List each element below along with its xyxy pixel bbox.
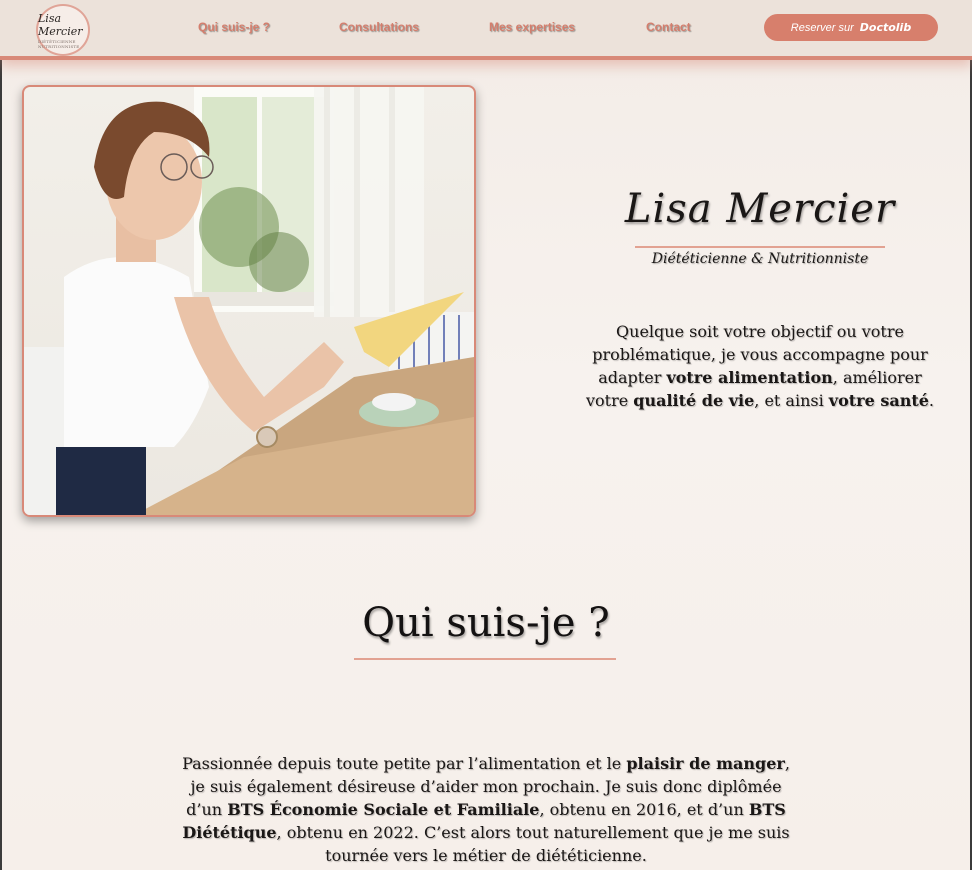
hero-intro: Quelque soit votre objectif ou votre pro… [580,320,940,412]
logo-subtitle: DIÉTÉTICIENNE NUTRITIONNISTE [38,38,80,49]
reserve-doctolib-button[interactable]: Reserver sur Doctolib [764,14,938,41]
site-header: Lisa Mercier DIÉTÉTICIENNE NUTRITIONNIST… [0,0,972,60]
logo-script: Lisa Mercier [38,11,83,38]
about-text-1: Passionnée depuis toute petite par l’ali… [182,754,627,773]
about-text-4: , obtenu en 2022. C’est alors tout natur… [276,823,790,865]
nav-item-consultations[interactable]: Consultations [339,20,419,34]
about-text-3: , obtenu en 2016, et d’un [539,800,749,819]
profile-photo [22,85,476,517]
intro-text-3: , et ainsi [754,391,829,410]
intro-bold-alimentation: votre alimentation [666,368,833,387]
hero-title: Diététicienne & Nutritionniste [651,251,869,267]
hero-name: Lisa Mercier [624,186,896,232]
about-heading-divider [354,658,616,660]
intro-bold-sante: votre santé [828,391,929,410]
about-bold-bts-esf: BTS Économie Sociale et Familiale [227,800,540,819]
about-heading: Qui suis-je ? [362,600,610,646]
nav-item-mes-expertises[interactable]: Mes expertises [489,20,575,34]
about-bold-plaisir: plaisir de manger [626,754,785,773]
cta-text: Reserver sur [790,21,854,34]
nav-item-qui-suis-je[interactable]: Qui suis-je ? [198,20,270,34]
doctolib-logo: Doctolib [859,21,912,34]
site-logo[interactable]: Lisa Mercier DIÉTÉTICIENNE NUTRITIONNIST… [36,4,90,56]
photo-illustration [24,87,474,515]
intro-bold-qualite: qualité de vie [633,391,755,410]
intro-text-4: . [928,391,935,410]
nav-item-contact[interactable]: Contact [646,20,691,34]
about-paragraph: Passionnée depuis toute petite par l’ali… [180,752,792,867]
window-border-left [0,0,2,870]
hero-name-divider [635,246,885,248]
